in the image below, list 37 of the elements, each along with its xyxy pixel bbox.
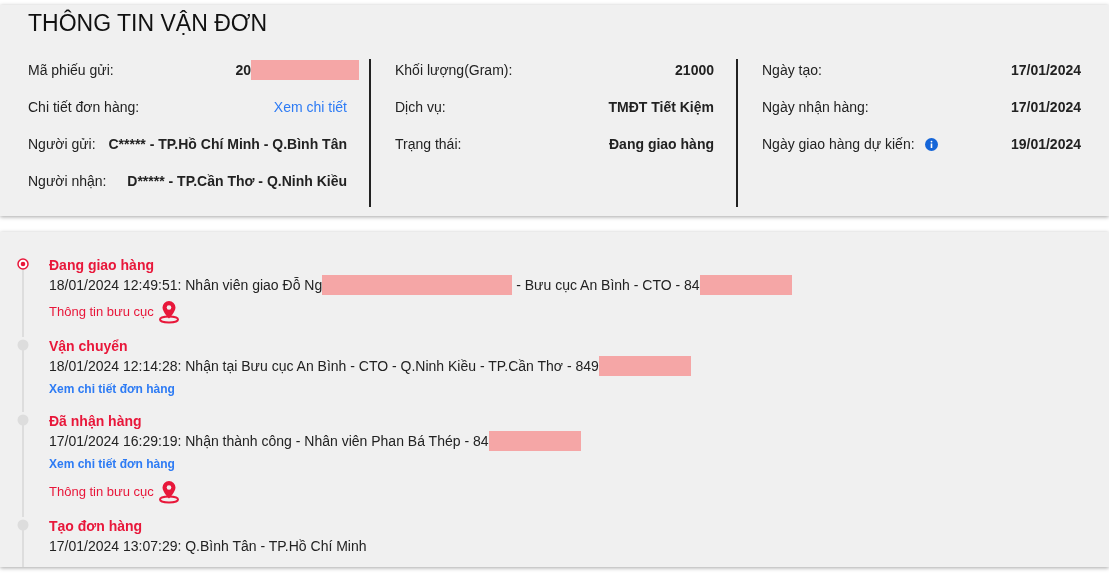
field-label: Ngày nhận hàng:	[762, 97, 869, 117]
field-value: 19/01/2024	[1010, 134, 1081, 154]
event-title: Đang giao hàng	[49, 256, 155, 275]
panel-title: THÔNG TIN VẬN ĐƠN	[28, 9, 269, 37]
field-value: Đang giao hàng	[609, 134, 714, 154]
field-value: 20	[235, 60, 251, 80]
field-value: C***** - TP.Hồ Chí Minh - Q.Bình Tân	[108, 134, 347, 154]
event-title: Tạo đơn hàng	[49, 517, 144, 536]
field-label: Người nhận:	[28, 171, 107, 191]
event-detail: - Bưu cục An Bình - CTO - 84	[516, 276, 700, 295]
field-value: 17/01/2024	[1010, 60, 1081, 80]
location-pin-icon	[157, 480, 180, 504]
details-link[interactable]: Xem chi tiết	[273, 96, 347, 118]
event-title: Vận chuyển	[49, 337, 129, 356]
field-value: TMĐT Tiết Kiệm	[608, 97, 714, 117]
field-value: 17/01/2024	[1010, 97, 1081, 117]
field-label: Chi tiết đơn hàng:	[28, 97, 140, 117]
event-detail: 18/01/2024 12:49:51: Nhân viên giao Đỗ Ng	[49, 276, 323, 295]
field-label: Dịch vụ:	[395, 97, 446, 117]
info-icon[interactable]	[924, 137, 938, 151]
post-office-link[interactable]: Thông tin bưu cục	[49, 479, 180, 505]
event-title: Đã nhận hàng	[49, 412, 143, 431]
field-label: Trạng thái:	[395, 134, 462, 154]
order-details-link[interactable]: Xem chi tiết đơn hàng	[49, 457, 175, 471]
order-details-link[interactable]: Xem chi tiết đơn hàng	[49, 382, 175, 396]
field-value: 21000	[675, 60, 714, 80]
field-label: Khối lượng(Gram):	[395, 60, 513, 80]
field-value: D***** - TP.Cần Thơ - Q.Ninh Kiều	[127, 171, 347, 191]
field-label: Ngày tạo:	[762, 60, 822, 80]
event-detail: 17/01/2024 13:07:29: Q.Bình Tân - TP.Hồ Chí Minh	[49, 537, 367, 556]
location-pin-icon	[157, 300, 180, 324]
field-label: Người gửi:	[28, 134, 96, 154]
event-detail: 18/01/2024 12:14:28: Nhận tại Bưu cục An Bình - CTO - Q.Ninh Kiều - TP.Cần Thơ - 849	[49, 357, 599, 376]
event-detail: 17/01/2024 16:29:19: Nhận thành công - Nhân viên Phan Bá Thép - 84	[49, 432, 489, 451]
field-label: Mã phiếu gửi:	[28, 60, 114, 80]
field-label: Ngày giao hàng dự kiến:	[762, 134, 915, 154]
post-office-link[interactable]: Thông tin bưu cục	[49, 299, 180, 325]
